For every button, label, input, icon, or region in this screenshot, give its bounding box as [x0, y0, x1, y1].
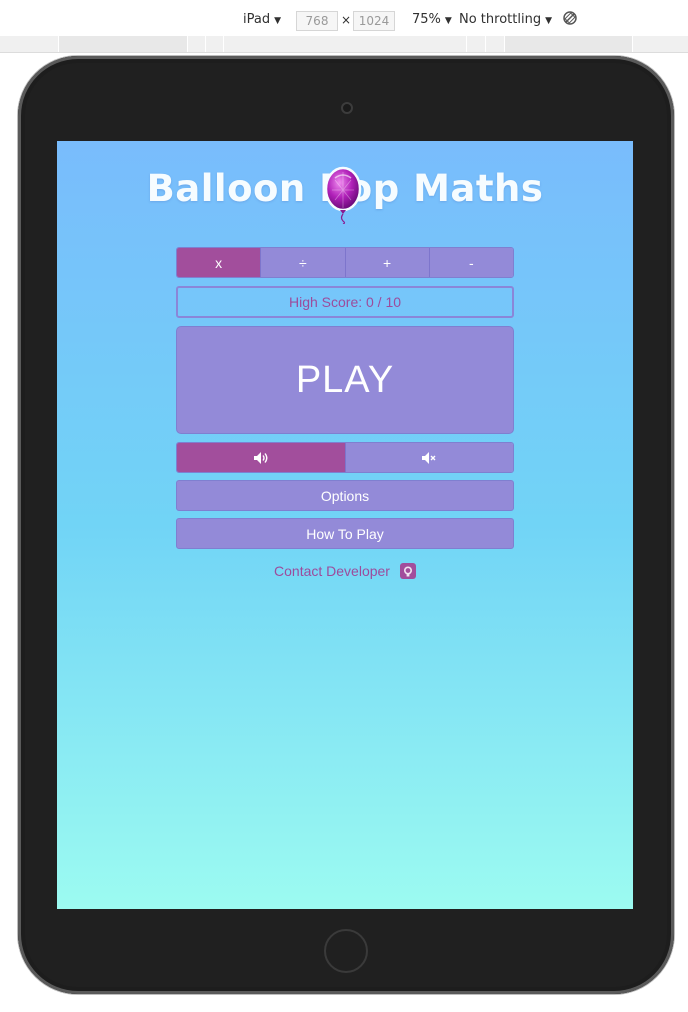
ruler-tick	[205, 36, 206, 52]
ruler-tick	[466, 36, 467, 52]
sound-off-button[interactable]	[345, 443, 513, 472]
viewport-width-input[interactable]: 768	[296, 11, 338, 31]
camera-icon	[341, 102, 353, 114]
how-to-play-button[interactable]: How To Play	[176, 518, 514, 549]
operation-selector: x ÷ + -	[176, 247, 514, 278]
logo-word-maths: Maths	[399, 167, 544, 210]
dropdown-caret-icon: ▼	[444, 16, 452, 26]
options-button[interactable]: Options	[176, 480, 514, 511]
balloon-icon	[324, 166, 362, 224]
zoom-select[interactable]: 75% ▼	[412, 12, 452, 27]
throttling-select[interactable]: No throttling ▼	[459, 12, 552, 27]
ruler-tick	[632, 36, 633, 52]
speaker-mute-icon	[422, 451, 436, 464]
throttling-value: No throttling	[459, 12, 542, 27]
speaker-on-icon	[253, 451, 268, 464]
dropdown-caret-icon: ▼	[274, 16, 282, 26]
main-menu: x ÷ + - High Score: 0 / 10 PLAY Options …	[176, 247, 514, 581]
device-select[interactable]: iPad ▼	[243, 12, 281, 27]
github-icon	[399, 563, 416, 579]
ruler-tick	[223, 36, 224, 52]
ruler-segment[interactable]	[504, 36, 632, 52]
operation-multiply-button[interactable]: x	[177, 248, 262, 277]
contact-developer-label: Contact Developer	[274, 563, 390, 579]
sound-toggle	[176, 442, 514, 473]
dropdown-caret-icon: ▼	[545, 16, 552, 26]
rotate-icon[interactable]	[562, 10, 578, 30]
operation-divide-button[interactable]: ÷	[261, 248, 346, 277]
app-screen: Balloon Pop Maths x ÷ + - High Score: 0 …	[57, 141, 633, 909]
logo-word-balloon: Balloon	[146, 167, 320, 210]
devtools-device-toolbar: iPad ▼ 768 × 1024 75% ▼ No throttling ▼	[0, 0, 688, 37]
ruler-tick	[58, 36, 59, 52]
device-name: iPad	[243, 12, 271, 27]
operation-subtract-button[interactable]: -	[429, 248, 513, 277]
ruler-tick	[485, 36, 486, 52]
sound-on-button[interactable]	[177, 443, 346, 472]
ruler-segment[interactable]	[58, 36, 188, 52]
ruler-tick	[187, 36, 188, 52]
home-button[interactable]	[324, 929, 368, 973]
dimension-separator: ×	[341, 13, 352, 27]
zoom-value: 75%	[412, 12, 441, 27]
play-button[interactable]: PLAY	[176, 326, 514, 434]
high-score-display: High Score: 0 / 10	[176, 286, 514, 318]
media-query-ruler	[0, 36, 688, 53]
ruler-tick	[504, 36, 505, 52]
viewport-height-input[interactable]: 1024	[353, 11, 395, 31]
contact-developer-link[interactable]: Contact Developer	[176, 561, 514, 581]
operation-add-button[interactable]: +	[345, 248, 430, 277]
